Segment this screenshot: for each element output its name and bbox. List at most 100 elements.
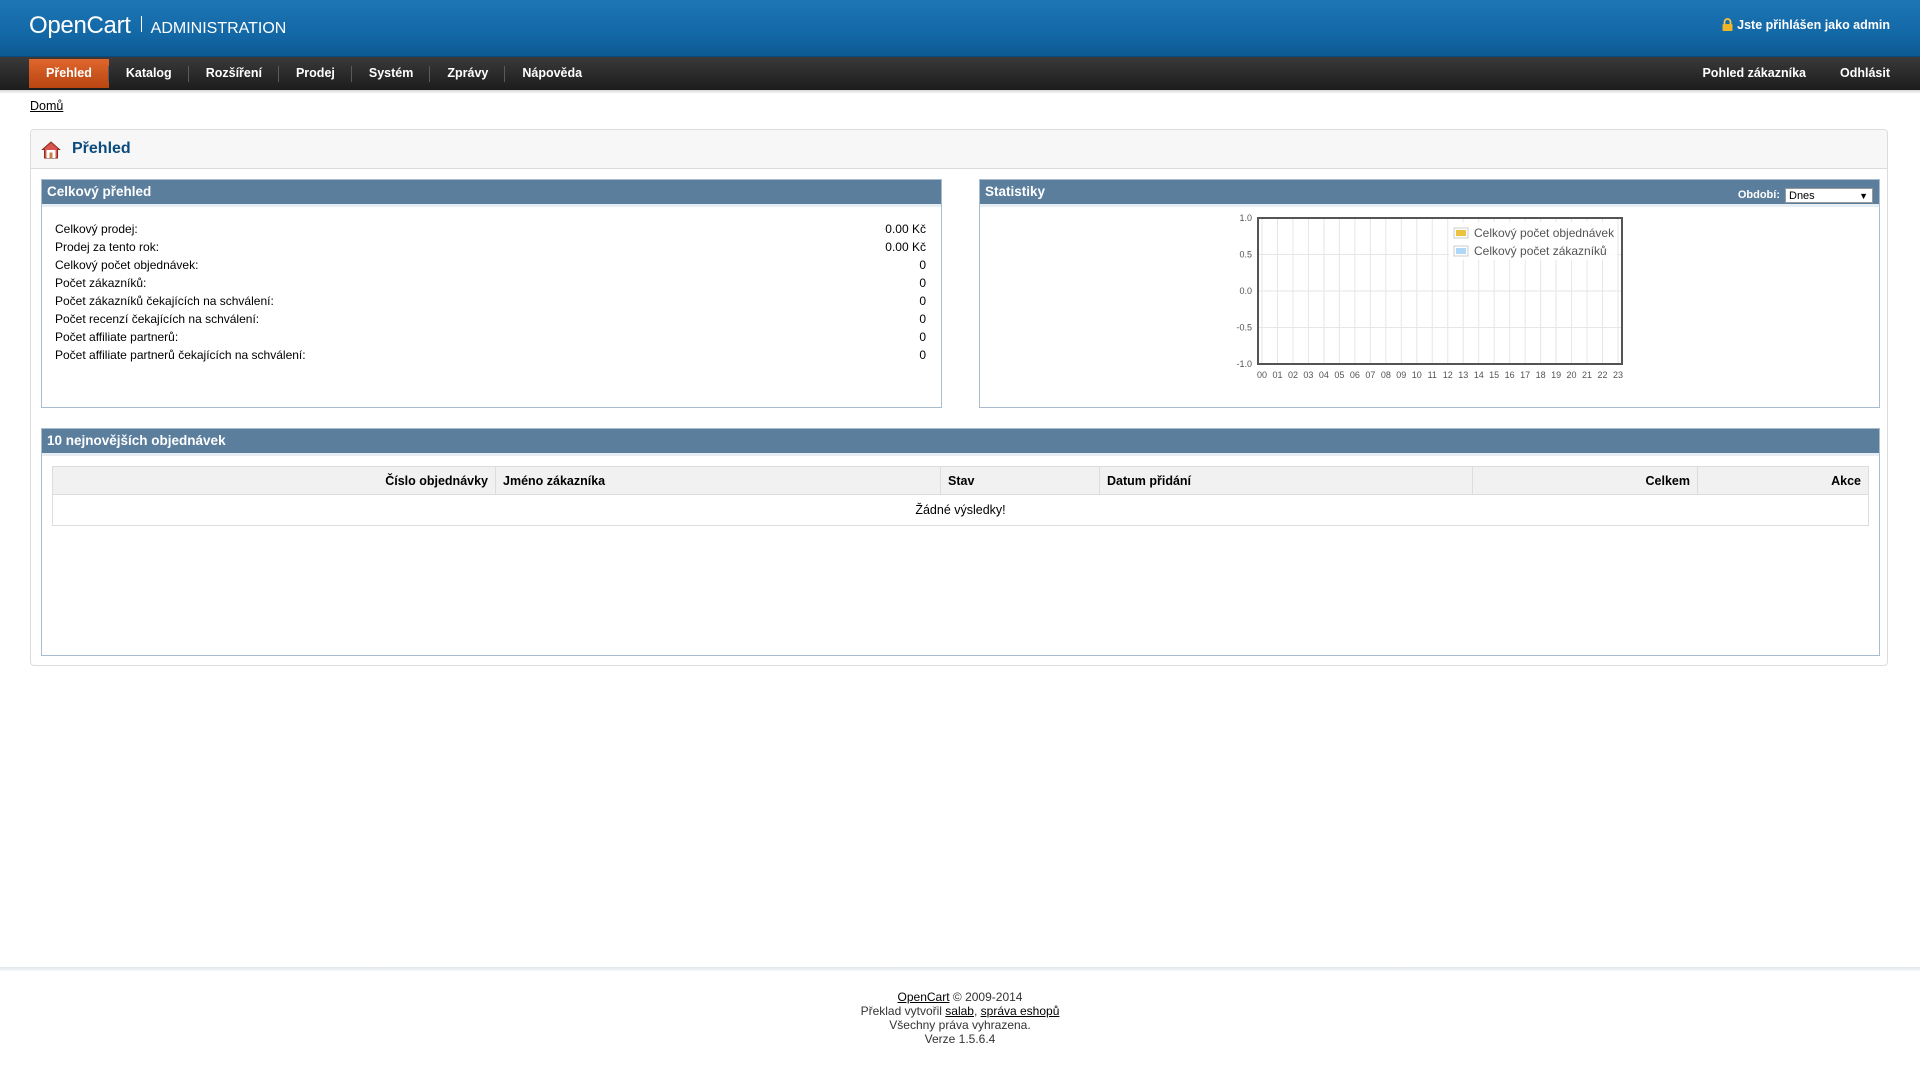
column-total[interactable]: Celkem [1472, 466, 1698, 495]
chart-x-tick-label: 13 [1458, 370, 1468, 380]
overview-row-label: Celkový prodej: [55, 222, 138, 236]
chart-x-tick-label: 12 [1443, 370, 1453, 380]
chart-x-tick-label: 18 [1536, 370, 1546, 380]
chart-legend-swatch [1456, 230, 1466, 236]
overview-row-label: Počet affiliate partnerů: [55, 330, 179, 344]
overview-row: Prodej za tento rok: 0.00 Kč [55, 240, 926, 258]
box-heading: Přehled [31, 130, 1887, 169]
overview-row-label: Celkový počet objednávek: [55, 258, 199, 272]
logo[interactable]: OpenCart ADMINISTRATION [29, 12, 286, 40]
chart-legend-label: Celkový počet objednávek [1474, 226, 1615, 240]
period-control: Období: Dnes [1738, 183, 1873, 207]
chart-x-tick-label: 07 [1365, 370, 1375, 380]
footer-divider [0, 967, 1920, 971]
footer-comma: , [973, 1004, 981, 1018]
no-results-message: Žádné výsledky! [52, 494, 1869, 526]
chart-x-tick-label: 05 [1334, 370, 1344, 380]
statistics-header: Statistiky Období: Dnes [980, 180, 1879, 207]
period-select[interactable]: Dnes [1785, 187, 1873, 204]
statistics-chart: 1.0 0.5 0.0 -0.5 -1.0 00 01 02 03 04 05 06 07 08 09 10 1… [1236, 213, 1623, 380]
orders-table-header: Číslo objednávky Jméno zákazníka Stav Da… [52, 466, 1869, 495]
page-title: Přehled [72, 140, 131, 157]
dashboard-box: Přehled Celkový přehled Celkový prodej: 0… [30, 129, 1888, 666]
main-menu: Přehled Katalog Rozšíření Prodej Systém … [0, 56, 1920, 90]
overview-row: Počet recenzí čekajících na schválení: 0 [55, 312, 926, 330]
chart-y-tick-label: -0.5 [1236, 323, 1252, 333]
chart-x-tick-label: 20 [1567, 370, 1577, 380]
overview-row: Počet zákazníků čekajících na schválení:… [55, 294, 926, 312]
menu-item-prodej[interactable]: Prodej [279, 59, 352, 88]
chart-x-tick-label: 16 [1505, 370, 1515, 380]
statistics-title: Statistiky [985, 184, 1046, 199]
chart-x-tick-label: 00 [1257, 370, 1267, 380]
home-icon [41, 141, 61, 159]
chart-y-tick-label: 0.0 [1239, 286, 1252, 296]
chart-y-tick-label: -1.0 [1236, 359, 1252, 369]
breadcrumb: Domů [30, 99, 63, 113]
footer: OpenCart © 2009-2014 Překlad vytvořil sa… [0, 990, 1920, 1046]
chart-x-tick-label: 10 [1412, 370, 1422, 380]
orders-table: Číslo objednávky Jméno zákazníka Stav Da… [52, 466, 1869, 526]
login-info: Jste přihlášen jako admin [1722, 18, 1890, 32]
chart-x-tick-label: 04 [1319, 370, 1329, 380]
footer-translation-line: Překlad vytvořil salab, správa eshopů [0, 1004, 1920, 1018]
menu-item-odhlasit[interactable]: Odhlásit [1823, 59, 1890, 88]
overview-row: Počet zákazníků: 0 [55, 276, 926, 294]
column-order-number[interactable]: Číslo objednávky [52, 466, 496, 495]
chart-x-tick-label: 03 [1303, 370, 1313, 380]
overview-row: Počet affiliate partnerů: 0 [55, 330, 926, 348]
menu-item-rozsireni[interactable]: Rozšíření [189, 59, 280, 88]
chart-legend-label: Celkový počet zákazníků [1474, 244, 1607, 258]
chart-x-tick-label: 14 [1474, 370, 1484, 380]
column-customer-name[interactable]: Jméno zákazníka [495, 466, 941, 495]
overview-row-label: Počet zákazníků čekajících na schválení: [55, 294, 274, 308]
overview-row-label: Počet zákazníků: [55, 276, 147, 290]
menu-item-prehled[interactable]: Přehled [29, 59, 109, 88]
overview-row: Počet affiliate partnerů čekajících na s… [55, 348, 926, 366]
chart-x-tick-label: 22 [1598, 370, 1608, 380]
footer-translation-prefix: Překlad vytvořil [860, 1004, 946, 1018]
column-date-added[interactable]: Datum přidání [1099, 466, 1473, 495]
overview-row: Celkový počet objednávek: 0 [55, 258, 926, 276]
chart-x-tick-label: 23 [1613, 370, 1623, 380]
menu-shadow [0, 90, 1920, 94]
logo-subtitle: ADMINISTRATION [150, 20, 287, 37]
chart-x-tick-label: 19 [1551, 370, 1561, 380]
chart-x-tick-label: 08 [1381, 370, 1391, 380]
overview-row-value: 0 [919, 312, 926, 326]
chart-x-tick-label: 09 [1396, 370, 1406, 380]
chart-y-tick-label: 1.0 [1239, 213, 1252, 223]
menu-item-pohled-zakaznika[interactable]: Pohled zákazníka [1685, 59, 1823, 88]
overview-title: Celkový přehled [42, 180, 941, 207]
header: OpenCart ADMINISTRATION Jste přihlášen ja… [0, 0, 1920, 56]
footer-copyright: © 2009-2014 [949, 990, 1023, 1004]
logo-separator [140, 16, 142, 32]
overview-row: Celkový prodej: 0.00 Kč [55, 222, 926, 240]
translator-salab-link[interactable]: salab [945, 1004, 974, 1018]
overview-row-value: 0 [919, 294, 926, 308]
overview-row-label: Počet recenzí čekajících na schválení: [55, 312, 260, 326]
menu-item-katalog[interactable]: Katalog [109, 59, 189, 88]
chart-x-tick-label: 21 [1582, 370, 1592, 380]
overview-row-value: 0 [919, 348, 926, 362]
menu-item-system[interactable]: Systém [352, 59, 431, 88]
chart-x-tick-label: 11 [1428, 370, 1437, 380]
footer-version: Verze 1.5.6.4 [924, 1032, 996, 1046]
overview-row-value: 0 [919, 276, 926, 290]
chart-x-tick-label: 15 [1489, 370, 1499, 380]
overview-row-value: 0.00 Kč [885, 222, 926, 236]
latest-orders-title: 10 nejnovějších objednávek [42, 429, 1879, 456]
chart-legend-swatch [1456, 248, 1466, 254]
logo-brand: OpenCart [29, 12, 131, 39]
chart-x-tick-label: 06 [1350, 370, 1360, 380]
chart-x-tick-label: 02 [1288, 370, 1298, 380]
column-status[interactable]: Stav [940, 466, 1100, 495]
column-action: Akce [1697, 466, 1869, 495]
opencart-link[interactable]: OpenCart [898, 990, 950, 1004]
period-select-value: Dnes [1789, 189, 1815, 202]
translator-sprava-eshopu-link[interactable]: správa eshopů [981, 1004, 1060, 1018]
menu-item-zpravy[interactable]: Zprávy [430, 59, 506, 88]
footer-copyright-line: OpenCart © 2009-2014 [0, 990, 1920, 1004]
menu-item-napoveda[interactable]: Nápověda [505, 59, 599, 88]
breadcrumb-home-link[interactable]: Domů [30, 99, 63, 113]
